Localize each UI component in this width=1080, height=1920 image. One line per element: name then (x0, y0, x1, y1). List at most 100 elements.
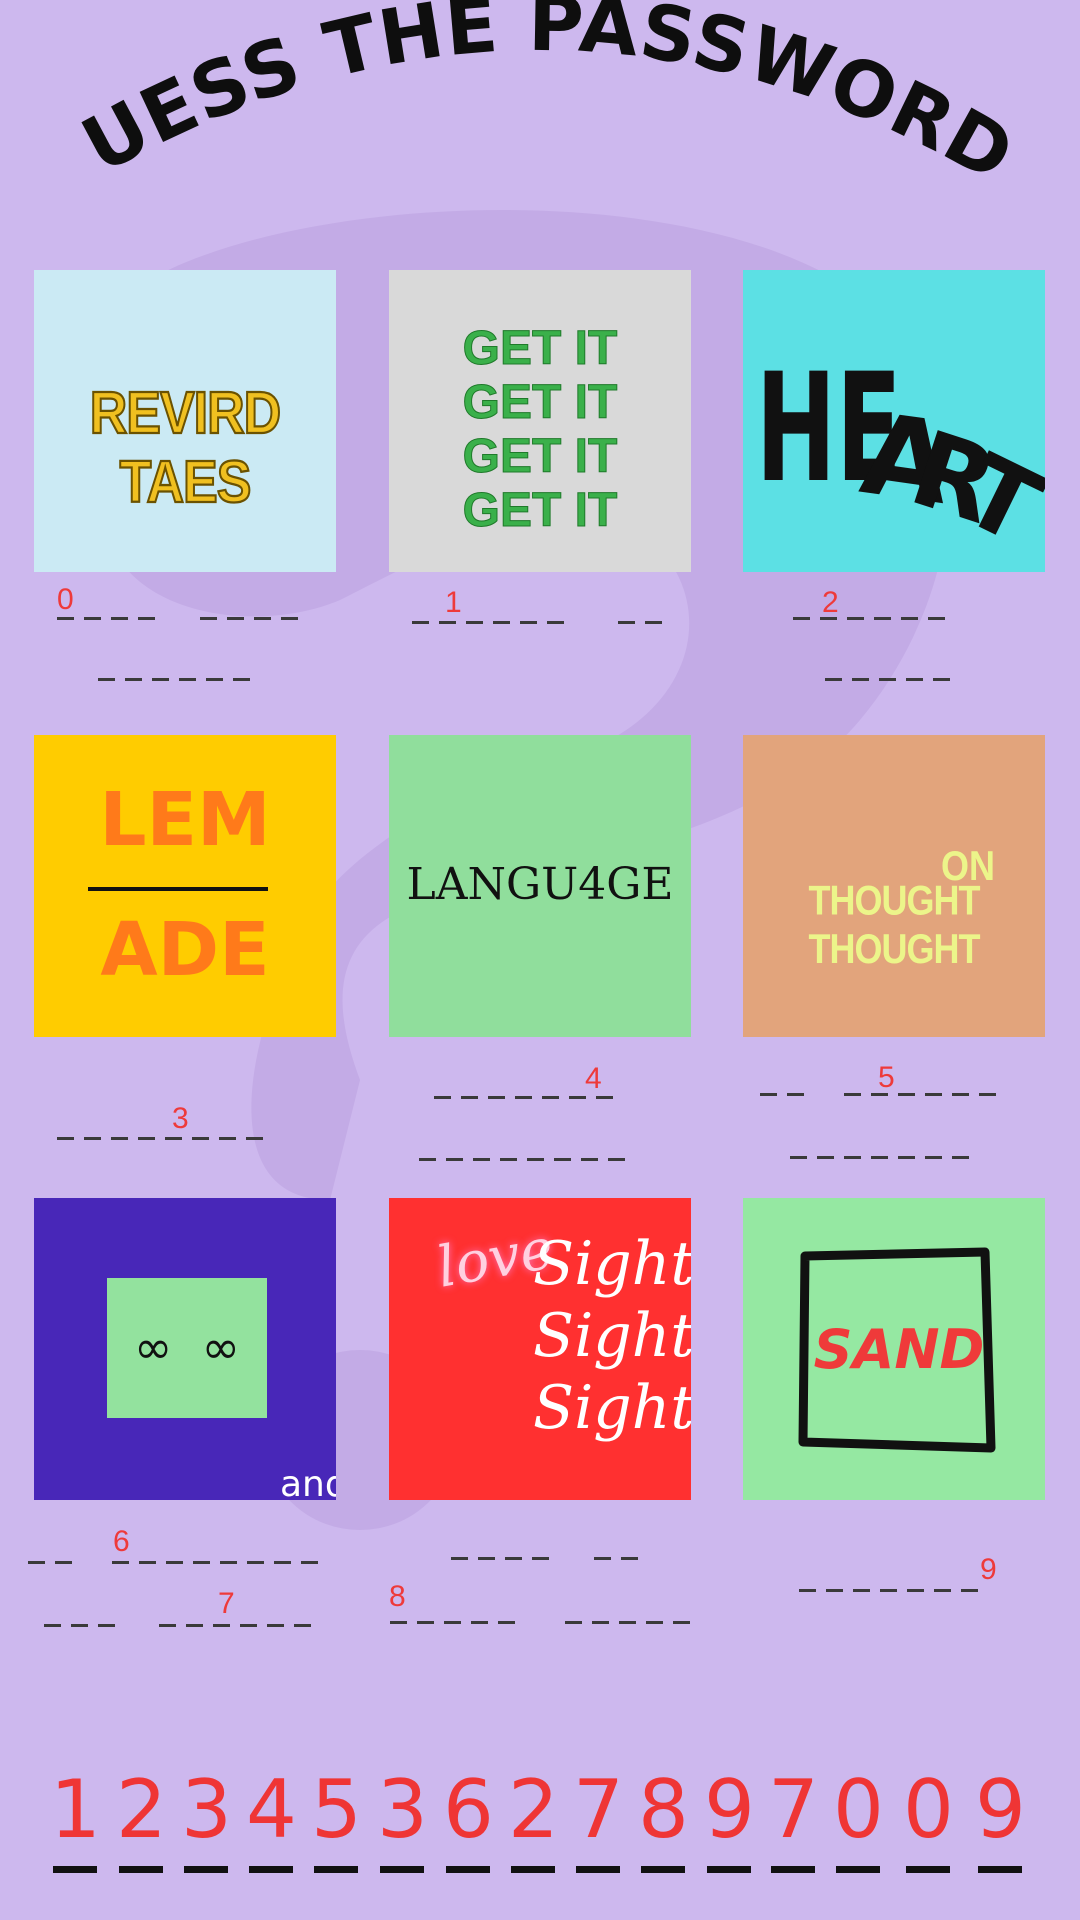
blank-dash (446, 1158, 463, 1161)
blank-dash (673, 1621, 690, 1624)
answer-digit: 2 (508, 1763, 559, 1856)
blank-dash (84, 1137, 101, 1140)
blank-dash (294, 1624, 311, 1627)
blank-dash (138, 1137, 155, 1140)
blank-dash (417, 1621, 434, 1624)
blank-dash (125, 678, 142, 681)
blank-dash (267, 1624, 284, 1627)
blank-dash (844, 1156, 861, 1159)
blank-dash (84, 617, 101, 620)
blank-dash (57, 1137, 74, 1140)
blank-dash (874, 617, 891, 620)
answer-digit: 6 (443, 1763, 494, 1856)
blank-dash (852, 678, 869, 681)
blank-dash (112, 1561, 129, 1564)
blank-dash (925, 1093, 942, 1096)
blank-dash (471, 1621, 488, 1624)
blank-dash (898, 1156, 915, 1159)
blank-dash (793, 617, 810, 620)
blank-dash (844, 1093, 861, 1096)
title-text: GUESS THE PASSWORD? (0, 0, 1028, 199)
answer-underline (446, 1866, 490, 1873)
blank-dash (645, 621, 662, 624)
sight-lines: Sight Sight Sight (533, 1229, 691, 1443)
blank-dash (565, 1621, 582, 1624)
blank-dash (419, 1158, 436, 1161)
blank-dash (847, 617, 864, 620)
tile-3-top: LEM (99, 777, 271, 863)
blank-dash (220, 1561, 237, 1564)
blank-dash (646, 1621, 663, 1624)
answer-digit: 4 (246, 1763, 297, 1856)
puzzle-tile-3: LEM ADE (34, 735, 336, 1037)
blank-dash (219, 1137, 236, 1140)
blank-dash (790, 1156, 807, 1159)
hint-digit: 5 (878, 1061, 895, 1094)
blank-dash (594, 1557, 611, 1560)
blank-dash (498, 1621, 515, 1624)
blank-dash (547, 621, 564, 624)
blank-dash (44, 1624, 61, 1627)
puzzle-tile-8: SAND (743, 1198, 1045, 1500)
tile-0-text: REVIRD TAES (89, 379, 282, 517)
hint-digit: 1 (445, 586, 462, 619)
blank-dash (488, 1096, 505, 1099)
blank-dash (274, 1561, 291, 1564)
blank-dash (608, 1158, 625, 1161)
answer-underline (836, 1866, 880, 1873)
answer-underline (314, 1866, 358, 1873)
hint-digit: 0 (57, 583, 74, 616)
blank-dash (542, 1096, 559, 1099)
blank-dash (906, 678, 923, 681)
blank-dash (240, 1624, 257, 1627)
blank-dash (412, 621, 429, 624)
puzzle-tile-4: LANGU4GE (389, 735, 691, 1037)
puzzle-tile-6: ∞ ∞ and (34, 1198, 336, 1500)
blank-dash (825, 678, 842, 681)
blank-dash (28, 1561, 45, 1564)
blank-dash (159, 1624, 176, 1627)
blank-dash (57, 617, 74, 620)
answer-digit: 3 (181, 1763, 232, 1856)
hint-digit: 9 (980, 1553, 997, 1586)
answer-digit: 5 (311, 1763, 362, 1856)
answer-digit: 1 (50, 1763, 101, 1856)
blank-dash (71, 1624, 88, 1627)
and-caption: and (280, 1464, 336, 1500)
blank-dash (933, 678, 950, 681)
answer-underline (576, 1866, 620, 1873)
tile-5-bottom: THOUGHT THOUGHT (808, 876, 981, 973)
blank-dash (618, 621, 635, 624)
blank-dash (254, 617, 271, 620)
answer-underline (249, 1866, 293, 1873)
hint-digit: 2 (822, 586, 839, 619)
blank-dash (880, 1589, 897, 1592)
answer-digit: 7 (768, 1763, 819, 1856)
blank-dash (434, 1096, 451, 1099)
answer-underline (978, 1866, 1022, 1873)
blank-dash (111, 1137, 128, 1140)
answer-underline (771, 1866, 815, 1873)
blank-dash (390, 1621, 407, 1624)
blank-dash (532, 1557, 549, 1560)
tile-3-bottom: ADE (100, 907, 270, 993)
blank-dash (979, 1093, 996, 1096)
puzzle-tile-2: HE A R T (743, 270, 1045, 572)
tile-1-lines: GET IT GET IT GET IT GET IT (462, 322, 618, 538)
blank-dash (826, 1589, 843, 1592)
blank-dash (621, 1557, 638, 1560)
blank-dash (192, 1137, 209, 1140)
answer-underline (53, 1866, 97, 1873)
answer-underline (641, 1866, 685, 1873)
blank-dash (871, 1156, 888, 1159)
answer-underline (511, 1866, 555, 1873)
blank-dash (247, 1561, 264, 1564)
blank-dash (461, 1096, 478, 1099)
blank-dash (152, 678, 169, 681)
blank-dash (952, 1156, 969, 1159)
blank-dash (961, 1589, 978, 1592)
answer-underline (119, 1866, 163, 1873)
blank-dash (98, 678, 115, 681)
answer-digit: 9 (975, 1763, 1026, 1856)
blank-dash (952, 1093, 969, 1096)
